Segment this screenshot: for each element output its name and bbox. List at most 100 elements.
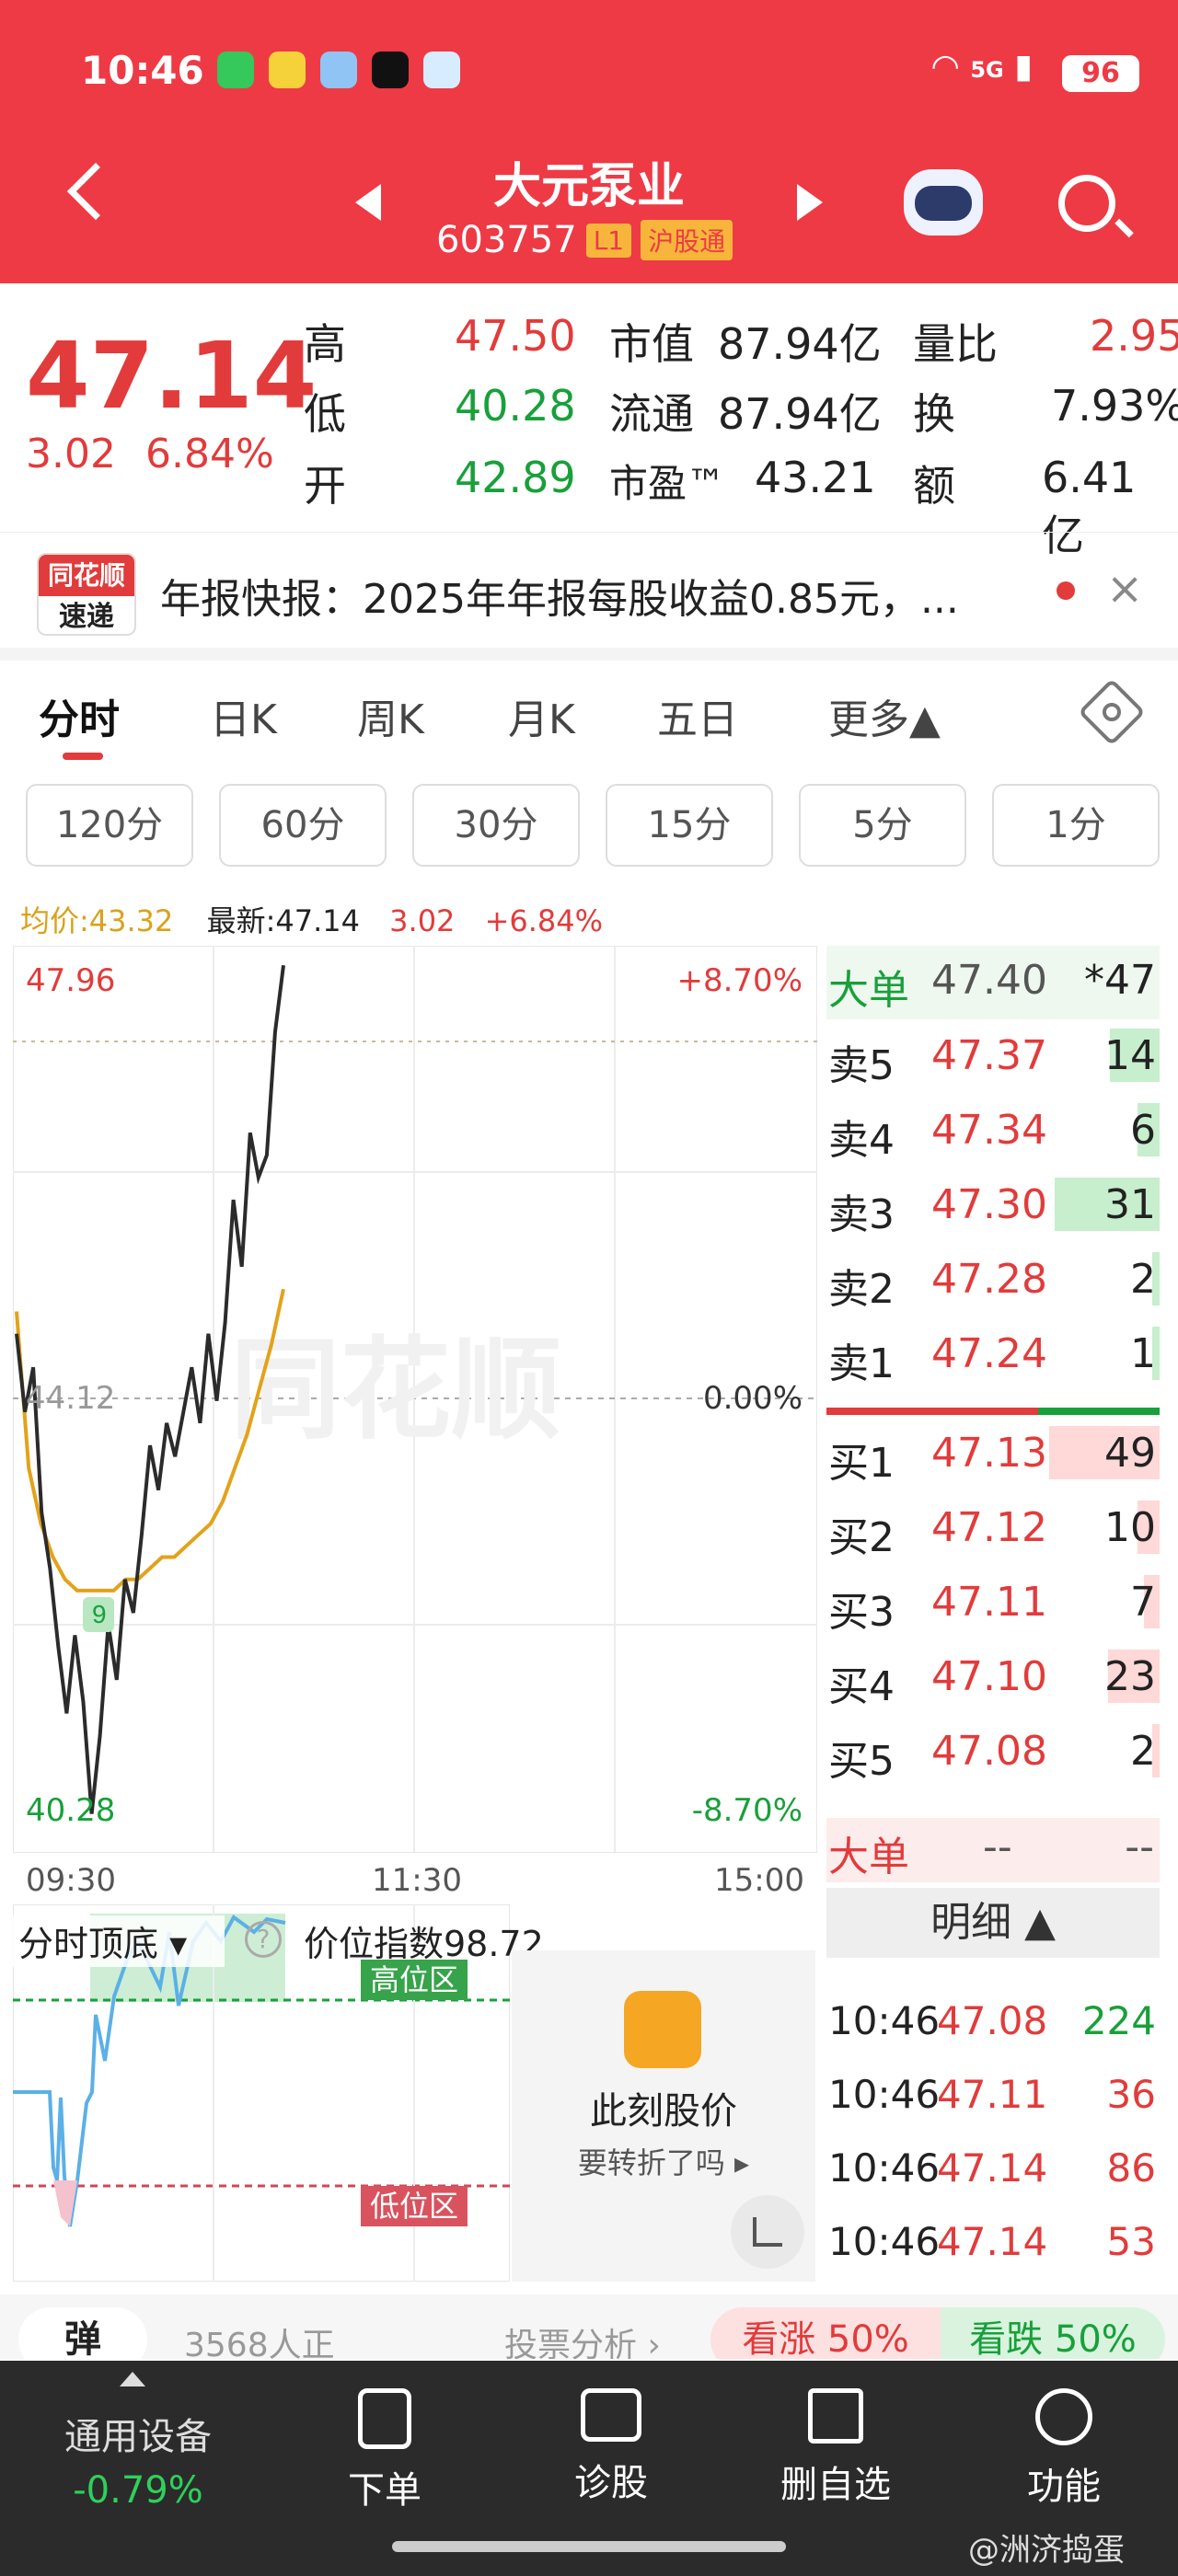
bid-row[interactable]: 买2 47.12 10	[826, 1493, 1160, 1567]
vote-up-button[interactable]: 看涨 50%	[710, 2307, 941, 2359]
browser-icon	[423, 52, 460, 88]
x-tick-noon: 11:30	[372, 1862, 462, 1899]
news-text[interactable]: 年报快报：2025年年报每股收益0.85元，...	[160, 566, 959, 625]
open-label: 开	[304, 461, 346, 511]
order-button[interactable]: 下单	[293, 2388, 477, 2513]
ask-row[interactable]: 卖3 47.30 31	[826, 1170, 1160, 1244]
trade-price: 47.11	[937, 2072, 1048, 2117]
period-120[interactable]: 120分	[26, 784, 193, 867]
vote-analysis-link[interactable]: 投票分析 ›	[504, 2318, 661, 2359]
ask-row[interactable]: 卖5 47.37 14	[826, 1021, 1160, 1095]
last-price: 47.14	[26, 322, 318, 430]
sentiment-strip[interactable]: 弹 3568人正 投票分析 › 看涨 50% 看跌 50%	[0, 2294, 1178, 2359]
ask-level-label: 卖1	[828, 1340, 895, 1387]
big-order-summary: 大单 47.40 *47	[826, 946, 1160, 1019]
bid-volume: 2	[1130, 1728, 1156, 1775]
bid-price: 47.08	[931, 1728, 1047, 1775]
period-30[interactable]: 30分	[412, 784, 580, 867]
intraday-chart[interactable]: 同花顺 9 47.96 +8.70% 44.12 0.00% 40.28 -8.…	[12, 945, 818, 1854]
help-icon[interactable]: ?	[245, 1921, 282, 1958]
quote-panel: 47.14 3.02 6.84% 高 47.50 低 40.28 开 42.89…	[0, 283, 1178, 560]
y-mid-label: 44.12	[26, 1380, 116, 1417]
diagnose-button[interactable]: 诊股	[519, 2388, 703, 2506]
next-stock-button[interactable]	[797, 184, 823, 221]
pct-mid-label: 0.00%	[702, 1380, 803, 1417]
period-1[interactable]: 1分	[992, 784, 1160, 867]
network-type: 5G	[970, 57, 1004, 83]
trade-volume: 224	[1081, 1998, 1156, 2043]
expand-icon[interactable]	[731, 2195, 804, 2269]
functions-label: 功能	[1027, 2466, 1101, 2508]
big-order-label: 大单	[828, 967, 909, 1014]
bid-price: 47.10	[931, 1653, 1047, 1700]
ask-level-label: 卖5	[828, 1042, 895, 1089]
vol-ratio-label: 量比	[913, 319, 998, 369]
price-index-label: 价位指数98.72	[304, 1924, 544, 1964]
danmaku-button[interactable]: 弹	[18, 2307, 147, 2359]
expand-glyph	[753, 2217, 782, 2247]
ask-price: 47.30	[931, 1181, 1047, 1228]
vol-ratio-value: 2.95	[1090, 311, 1178, 361]
pe-value: 43.21	[755, 453, 876, 502]
bid-price: 47.11	[931, 1579, 1047, 1626]
signal-indicator: ◠ 5G ▮	[930, 48, 1033, 86]
ask-row[interactable]: 卖1 47.24 1	[826, 1319, 1160, 1393]
signal-marker-label: 9	[92, 1600, 107, 1628]
tab-more[interactable]: 更多▲	[828, 686, 941, 745]
tab-intraday[interactable]: 分时	[39, 686, 120, 745]
home-indicator[interactable]	[392, 2541, 786, 2552]
news-bar[interactable]: 同花顺 速递 年报快报：2025年年报每股收益0.85元，...	[0, 532, 1178, 661]
period-15[interactable]: 15分	[606, 784, 773, 867]
trade-volume: 36	[1106, 2072, 1156, 2117]
app-icon	[269, 52, 306, 88]
ask-volume: 14	[1104, 1032, 1156, 1079]
tab-weekly[interactable]: 周K	[357, 686, 424, 745]
battery-icon: 96	[1062, 55, 1139, 92]
stock-code: 603757	[436, 219, 577, 261]
functions-button[interactable]: 功能	[972, 2388, 1156, 2510]
period-60[interactable]: 60分	[219, 784, 387, 867]
low-zone-label: 低位区	[361, 2186, 468, 2226]
connect-tag: 沪股通	[641, 220, 733, 260]
diagnose-label: 诊股	[574, 2462, 648, 2504]
tab-five-day[interactable]: 五日	[657, 686, 738, 745]
pct-bottom-label: -8.70%	[691, 1792, 803, 1829]
document-icon	[358, 2388, 411, 2449]
avg-price-label: 均价:43.32	[20, 903, 174, 938]
bid-level-label: 买2	[828, 1514, 895, 1561]
mktcap-value: 87.94亿	[718, 319, 882, 369]
bid-row[interactable]: 买5 47.08 2	[826, 1717, 1160, 1790]
expand-up-icon[interactable]	[120, 2372, 145, 2386]
legend-change: 3.02	[389, 903, 456, 938]
vote-down-button[interactable]: 看跌 50%	[941, 2307, 1165, 2359]
bid-level-label: 买4	[828, 1663, 895, 1710]
ask-volume: 6	[1130, 1107, 1156, 1154]
period-5[interactable]: 5分	[799, 784, 966, 867]
ask-bid-divider-green	[1038, 1408, 1160, 1415]
bid-row[interactable]: 买1 47.13 49	[826, 1419, 1160, 1492]
close-icon[interactable]: ×	[1106, 563, 1143, 615]
ask-price: 47.28	[931, 1256, 1047, 1303]
indicator-title[interactable]: 分时顶底 ▾	[18, 1915, 187, 1966]
bid-volume: 7	[1130, 1579, 1156, 1626]
ask-volume: 1	[1130, 1330, 1156, 1377]
tab-monthly[interactable]: 月K	[508, 686, 575, 745]
sector-name[interactable]: 通用设备	[37, 2407, 239, 2460]
detail-toggle[interactable]: 明细 ▲	[826, 1888, 1160, 1958]
bid-row[interactable]: 买3 47.11 7	[826, 1568, 1160, 1641]
bid-level-label: 买3	[828, 1589, 895, 1636]
search-icon[interactable]	[1058, 175, 1115, 232]
price-change: 3.02 6.84%	[26, 431, 274, 477]
legend-change-pct: +6.84%	[484, 903, 604, 938]
tab-daily[interactable]: 日K	[210, 686, 277, 745]
ask-row[interactable]: 卖4 47.34 6	[826, 1096, 1160, 1169]
remove-watchlist-label: 删自选	[780, 2464, 891, 2506]
mktcap-label: 市值	[609, 319, 694, 369]
promo-subtitle[interactable]: 要转折了吗 ▸	[512, 2140, 815, 2182]
ask-row[interactable]: 卖2 47.28 2	[826, 1245, 1160, 1318]
trade-volume: 86	[1106, 2145, 1156, 2191]
unread-dot	[1057, 581, 1075, 600]
bid-row[interactable]: 买4 47.10 23	[826, 1642, 1160, 1716]
remove-watchlist-button[interactable]: 删自选	[744, 2388, 928, 2508]
pe-label: 市盈™	[609, 461, 726, 506]
